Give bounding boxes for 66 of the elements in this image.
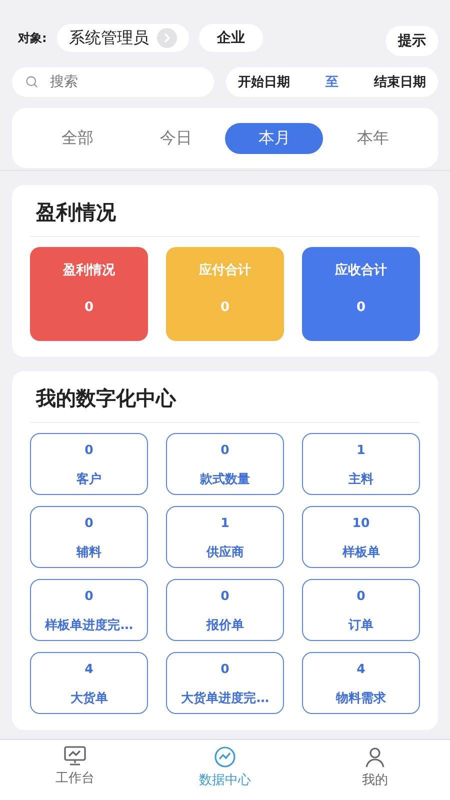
tile-count: 0: [356, 588, 366, 603]
nav-tab[interactable]: 我的: [300, 740, 450, 800]
tile-label: 客户: [76, 471, 102, 488]
tile-label: 物料需求: [336, 690, 386, 707]
stat-tile[interactable]: 4 物料需求: [302, 652, 420, 714]
tile-label: 大货单: [70, 690, 108, 707]
period-tab[interactable]: 本月: [225, 122, 324, 154]
tile-count: 0: [84, 442, 94, 457]
tile-label: 主料: [348, 471, 374, 488]
summary-label: 应收合计: [335, 262, 387, 279]
tile-count: 0: [220, 661, 230, 676]
stat-tile[interactable]: 0 大货单进度完...: [166, 652, 284, 714]
end-date-field[interactable]: 结束日期: [374, 73, 426, 91]
tile-count: 4: [84, 661, 94, 676]
stat-tile[interactable]: 4 大货单: [30, 652, 148, 714]
tile-count: 0: [220, 442, 230, 457]
search-icon: [25, 75, 39, 89]
period-tab[interactable]: 全部: [28, 122, 126, 154]
search-field[interactable]: 搜索: [12, 67, 214, 97]
nav-tab[interactable]: 工作台: [0, 740, 150, 800]
summary-card[interactable]: 应收合计 0: [302, 247, 420, 341]
period-tab[interactable]: 本年: [324, 122, 422, 154]
summary-value: 0: [356, 300, 366, 315]
chevron-icon: [156, 28, 177, 48]
tile-count: 0: [84, 588, 94, 603]
section-title: 我的数字化中心: [30, 385, 420, 423]
tile-count: 1: [220, 515, 230, 530]
section-title: 盈利情况: [30, 199, 420, 237]
tile-count: 1: [356, 442, 366, 457]
tile-label: 大货单进度完...: [181, 690, 269, 707]
stat-tile[interactable]: 0 样板单进度完...: [30, 579, 148, 641]
tile-label: 样板单: [342, 544, 380, 561]
tile-label: 辅料: [76, 544, 102, 561]
stat-tile[interactable]: 10 样板单: [302, 506, 420, 568]
summary-value: 0: [84, 300, 94, 315]
stat-tile[interactable]: 0 报价单: [166, 579, 284, 641]
tile-label: 样板单进度完...: [45, 617, 133, 634]
tile-count: 0: [84, 515, 94, 530]
period-tab[interactable]: 今日: [126, 122, 225, 154]
chart-icon: [214, 746, 236, 768]
stat-tile[interactable]: 0 订单: [302, 579, 420, 641]
date-separator: 至: [326, 74, 338, 91]
stat-tile[interactable]: 0 款式数量: [166, 433, 284, 495]
hint-button[interactable]: 提示: [386, 26, 438, 56]
stat-tile[interactable]: 0 辅料: [30, 506, 148, 568]
summary-label: 应付合计: [199, 262, 251, 279]
object-label: 对象:: [18, 30, 47, 46]
summary-label: 盈利情况: [63, 262, 115, 279]
tile-label: 报价单: [206, 617, 244, 634]
person-icon: [364, 746, 386, 768]
tile-count: 10: [352, 515, 370, 530]
role-selector[interactable]: 系统管理员: [56, 24, 189, 52]
monitor-icon: [64, 746, 86, 766]
tile-label: 款式数量: [200, 471, 250, 488]
nav-tab[interactable]: 数据中心: [150, 740, 300, 800]
org-button[interactable]: 企业: [198, 24, 263, 52]
tile-label: 供应商: [206, 544, 244, 561]
stat-tile[interactable]: 1 供应商: [166, 506, 284, 568]
stat-tile[interactable]: 0 客户: [30, 433, 148, 495]
summary-card[interactable]: 盈利情况 0: [30, 247, 148, 341]
summary-value: 0: [220, 300, 230, 315]
tile-count: 0: [220, 588, 230, 603]
start-date-field[interactable]: 开始日期: [238, 73, 290, 91]
stat-tile[interactable]: 1 主料: [302, 433, 420, 495]
tile-count: 4: [356, 661, 366, 676]
tile-label: 订单: [348, 617, 374, 634]
